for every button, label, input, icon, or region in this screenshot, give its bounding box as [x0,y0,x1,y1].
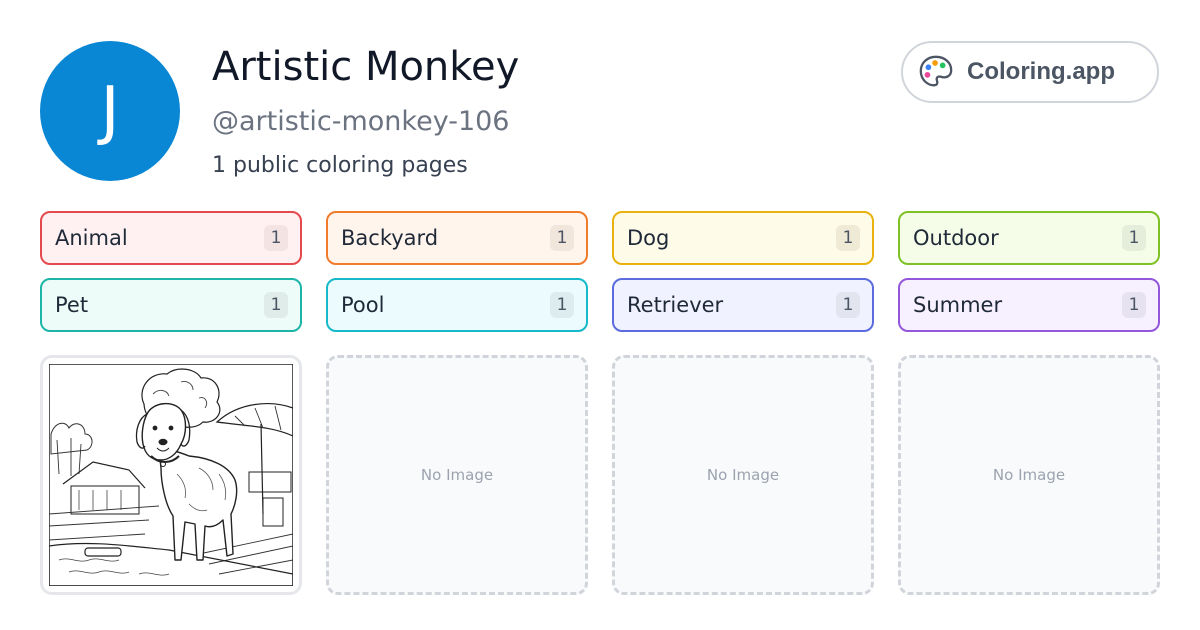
tag-count-badge: 1 [550,225,574,251]
coloring-page-placeholder[interactable]: No Image [898,355,1160,595]
tag-label: Pool [341,293,385,317]
tag-count-badge: 1 [1122,292,1146,318]
tag-backyard[interactable]: Backyard 1 [326,211,588,265]
tag-count-badge: 1 [264,225,288,251]
tag-label: Pet [55,293,89,317]
coloring-page-placeholder[interactable]: No Image [612,355,874,595]
avatar: J [40,41,180,181]
coloring-page-card[interactable] [40,355,302,595]
coloring-page-grid: No Image No Image No Image [40,355,1160,595]
tag-summer[interactable]: Summer 1 [898,278,1160,332]
tag-count-badge: 1 [1122,225,1146,251]
profile-handle: @artistic-monkey-106 [212,106,510,137]
tag-label: Retriever [627,293,724,317]
coloring-page-placeholder[interactable]: No Image [326,355,588,595]
no-image-label: No Image [420,466,494,484]
no-image-label: No Image [992,466,1066,484]
palette-icon [919,55,953,87]
tag-animal[interactable]: Animal 1 [40,211,302,265]
tag-outdoor[interactable]: Outdoor 1 [898,211,1160,265]
tag-list: Animal 1 Backyard 1 Dog 1 Outdoor 1 Pet … [40,211,1160,332]
brand-label: Coloring.app [967,58,1115,85]
tag-label: Summer [913,293,1003,317]
profile-name: Artistic Monkey [212,44,520,90]
tag-count-badge: 1 [836,225,860,251]
tag-pet[interactable]: Pet 1 [40,278,302,332]
public-pages-count: 1 public coloring pages [212,153,468,178]
tag-dog[interactable]: Dog 1 [612,211,874,265]
tag-count-badge: 1 [836,292,860,318]
tag-label: Outdoor [913,226,999,250]
tag-retriever[interactable]: Retriever 1 [612,278,874,332]
no-image-label: No Image [706,466,780,484]
tag-count-badge: 1 [550,292,574,318]
tag-label: Backyard [341,226,439,250]
tag-count-badge: 1 [264,292,288,318]
brand-button[interactable]: Coloring.app [901,41,1159,103]
tag-pool[interactable]: Pool 1 [326,278,588,332]
tag-label: Animal [55,226,128,250]
tag-label: Dog [627,226,670,250]
dog-coloring-page-image [49,364,293,586]
avatar-initial: J [100,74,120,148]
